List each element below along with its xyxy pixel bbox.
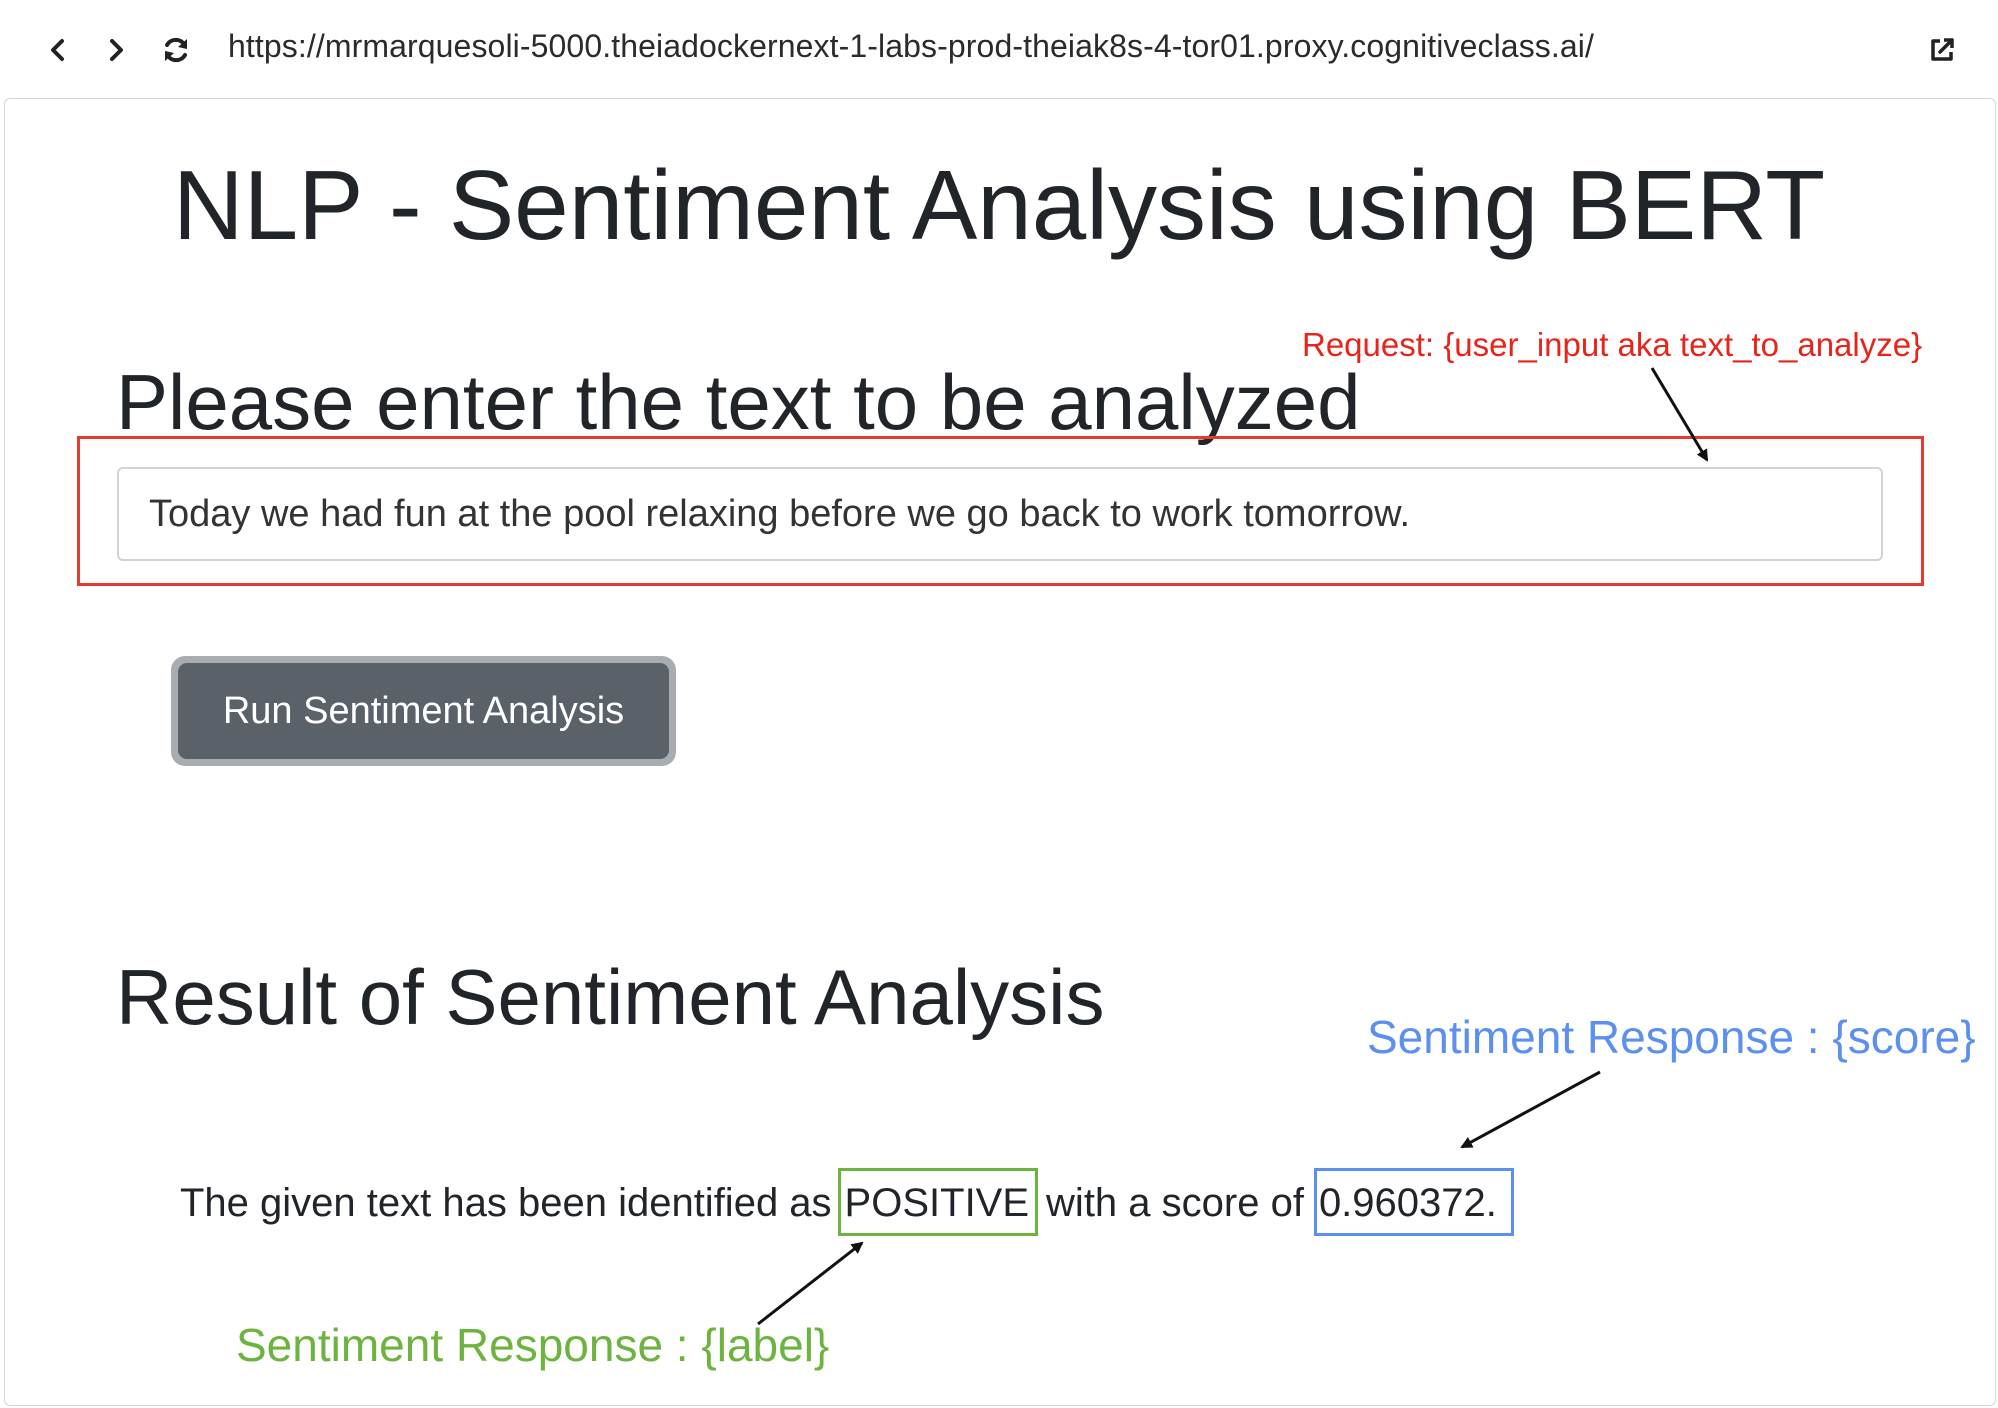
sentiment-label: POSITIVE xyxy=(837,1168,1039,1236)
address-bar-url[interactable]: https://mrmarquesoli-5000.theiadockernex… xyxy=(228,28,1594,65)
score-annotation: Sentiment Response : {score} xyxy=(1367,1011,1976,1063)
chevron-right-icon xyxy=(110,39,123,61)
run-sentiment-analysis-button[interactable]: Run Sentiment Analysis xyxy=(178,663,669,759)
result-middle: with a score of xyxy=(1046,1181,1304,1225)
result-prefix: The given text has been identified as xyxy=(180,1181,832,1225)
result-heading: Result of Sentiment Analysis xyxy=(116,953,1105,1041)
browser-toolbar: https://mrmarquesoli-5000.theiadockernex… xyxy=(0,0,1998,96)
reload-button[interactable] xyxy=(156,28,196,72)
text-to-analyze-input[interactable] xyxy=(117,467,1883,561)
open-external-button[interactable] xyxy=(1922,28,1962,72)
external-link-icon xyxy=(1931,38,1954,61)
page-title: NLP - Sentiment Analysis using BERT xyxy=(172,150,1826,260)
forward-button[interactable] xyxy=(96,28,136,72)
refresh-icon xyxy=(165,37,187,63)
back-button[interactable] xyxy=(38,28,78,72)
chevron-left-icon xyxy=(51,39,64,61)
label-annotation: Sentiment Response : {label} xyxy=(236,1319,830,1371)
request-annotation: Request: {user_input aka text_to_analyze… xyxy=(1302,326,1923,363)
sentiment-score: 0.960372. xyxy=(1313,1168,1514,1236)
result-text: The given text has been identified as POS… xyxy=(180,1168,1514,1236)
run-button-focus-ring: Run Sentiment Analysis xyxy=(171,656,676,766)
input-heading: Please enter the text to be analyzed xyxy=(116,358,1361,446)
